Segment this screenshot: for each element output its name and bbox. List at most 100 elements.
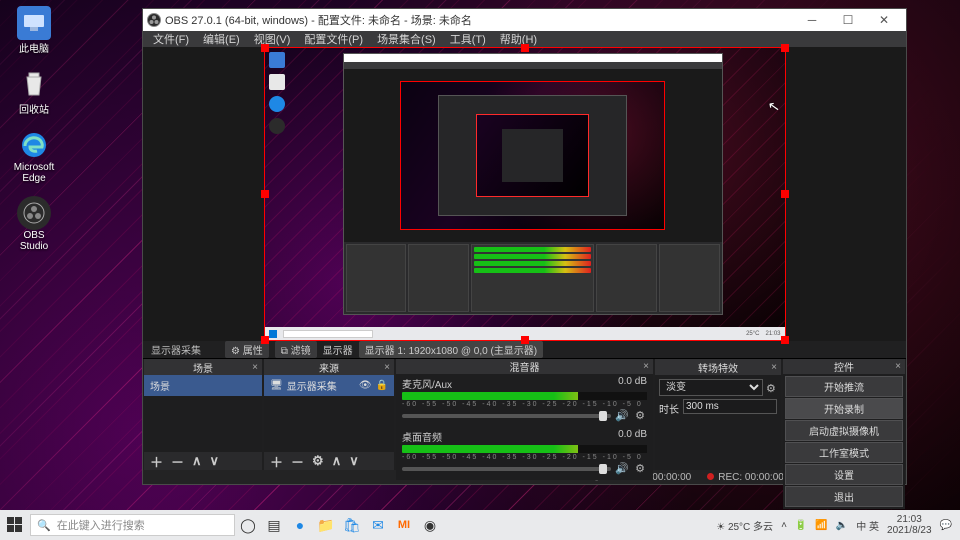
task-view-button[interactable]: ◯ bbox=[235, 510, 261, 540]
start-recording-button[interactable]: 开始录制 bbox=[785, 398, 903, 419]
gear-icon[interactable]: ⚙ bbox=[633, 462, 647, 476]
dock-close-icon[interactable]: × bbox=[771, 362, 777, 373]
monitor-icon: 🖥 bbox=[270, 380, 283, 391]
sources-dock: 来源× 🖥 显示器采集 👁 🔒 ＋ － ⚙ ∧ ∨ bbox=[264, 359, 394, 470]
desktop-icon-obs[interactable]: OBS Studio bbox=[8, 196, 60, 252]
preview-source-bounds[interactable]: 25°C21:03 bbox=[264, 47, 786, 341]
gear-icon[interactable]: ⚙ bbox=[765, 382, 777, 396]
taskbar-clock[interactable]: 21:03 2021/8/23 bbox=[887, 514, 932, 536]
menu-help[interactable]: 帮助(H) bbox=[500, 31, 537, 47]
resize-handle[interactable] bbox=[261, 44, 269, 52]
dock-header[interactable]: 混音器× bbox=[396, 359, 653, 374]
mute-button[interactable]: 🔊 bbox=[615, 462, 629, 476]
windows-taskbar: 🔍 在此键入进行搜索 ◯ ▤ ● 📁 🛍 ✉ MI ◉ ☀ 25°C 多云 ˄ … bbox=[0, 510, 960, 540]
taskbar-app-obs[interactable]: ◉ bbox=[417, 510, 443, 540]
volume-icon[interactable]: 🔈 bbox=[836, 520, 848, 531]
start-virtualcam-button[interactable]: 启动虚拟摄像机 bbox=[785, 420, 903, 441]
transitions-dock: 转场特效× 淡变 ⚙ 时长 bbox=[655, 359, 781, 470]
mixer-channel: 桌面音频0.0 dB -60 -55 -50 -45 -40 -35 -30 -… bbox=[396, 427, 653, 478]
obs-window: OBS 27.0.1 (64-bit, windows) - 配置文件: 未命名… bbox=[142, 8, 907, 485]
dock-header[interactable]: 转场特效× bbox=[655, 359, 781, 375]
resize-handle[interactable] bbox=[781, 44, 789, 52]
wifi-icon[interactable]: 📶 bbox=[815, 520, 827, 531]
minimize-button[interactable]: ─ bbox=[794, 9, 830, 31]
source-type-label: 显示器 bbox=[323, 342, 353, 357]
exit-button[interactable]: 退出 bbox=[785, 486, 903, 507]
taskbar-search[interactable]: 🔍 在此键入进行搜索 bbox=[30, 514, 235, 536]
ime-indicator[interactable]: 中 英 bbox=[856, 518, 879, 533]
captured-display-content: 25°C21:03 bbox=[265, 48, 785, 340]
taskbar-app-store[interactable]: 🛍 bbox=[339, 510, 365, 540]
desktop-icon-recycle-bin[interactable]: 回收站 bbox=[8, 67, 60, 116]
add-source-button[interactable]: ＋ bbox=[270, 452, 283, 471]
taskbar-app-edge[interactable]: ● bbox=[287, 510, 313, 540]
menu-profile[interactable]: 配置文件(P) bbox=[304, 31, 363, 47]
scene-down-button[interactable]: ∨ bbox=[210, 453, 220, 469]
scenes-dock: 场景× 场景 ＋ － ∧ ∨ bbox=[144, 359, 262, 470]
remove-scene-button[interactable]: － bbox=[171, 452, 184, 471]
duration-input[interactable] bbox=[683, 399, 777, 414]
meter-ticks: -60 -55 -50 -45 -40 -35 -30 -25 -20 -15 … bbox=[402, 401, 647, 408]
dock-close-icon[interactable]: × bbox=[252, 362, 258, 373]
weather-widget[interactable]: ☀ 25°C 多云 bbox=[716, 518, 773, 533]
taskbar-app-explorer[interactable]: 📁 bbox=[313, 510, 339, 540]
remove-source-button[interactable]: － bbox=[291, 452, 304, 471]
scene-up-button[interactable]: ∧ bbox=[192, 453, 202, 469]
filters-button[interactable]: ⧉ 滤镜 bbox=[275, 341, 317, 358]
channel-name: 麦克风/Aux bbox=[402, 376, 452, 391]
resize-handle[interactable] bbox=[261, 336, 269, 344]
menu-view[interactable]: 视图(V) bbox=[254, 31, 291, 47]
taskbar-app[interactable]: ▤ bbox=[261, 510, 287, 540]
transition-select[interactable]: 淡变 bbox=[659, 379, 763, 396]
title-bar[interactable]: OBS 27.0.1 (64-bit, windows) - 配置文件: 未命名… bbox=[143, 9, 906, 31]
tray-chevron-icon[interactable]: ˄ bbox=[781, 520, 787, 531]
source-down-button[interactable]: ∨ bbox=[349, 453, 359, 469]
volume-slider[interactable] bbox=[402, 414, 611, 418]
mute-button[interactable]: 🔊 bbox=[615, 409, 629, 423]
add-scene-button[interactable]: ＋ bbox=[150, 452, 163, 471]
menu-scene-collection[interactable]: 场景集合(S) bbox=[377, 31, 436, 47]
desktop-icon-edge[interactable]: Microsoft Edge bbox=[8, 128, 60, 184]
dock-close-icon[interactable]: × bbox=[384, 362, 390, 373]
visibility-toggle[interactable]: 👁 bbox=[359, 380, 372, 391]
dock-header[interactable]: 来源× bbox=[264, 359, 394, 375]
menu-edit[interactable]: 编辑(E) bbox=[203, 31, 240, 47]
settings-button[interactable]: 设置 bbox=[785, 464, 903, 485]
resize-handle[interactable] bbox=[781, 190, 789, 198]
taskbar-app-mi[interactable]: MI bbox=[391, 510, 417, 540]
dock-header[interactable]: 场景× bbox=[144, 359, 262, 375]
source-up-button[interactable]: ∧ bbox=[332, 453, 342, 469]
volume-slider[interactable] bbox=[402, 467, 611, 471]
desktop-icon-this-pc[interactable]: 此电脑 bbox=[8, 6, 60, 55]
display-select[interactable]: 显示器 1: 1920x1080 @ 0,0 (主显示器) bbox=[359, 341, 543, 358]
dock-close-icon[interactable]: × bbox=[643, 361, 649, 372]
maximize-button[interactable]: ☐ bbox=[830, 9, 866, 31]
taskbar-app-mail[interactable]: ✉ bbox=[365, 510, 391, 540]
menu-file[interactable]: 文件(F) bbox=[153, 31, 189, 47]
studio-mode-button[interactable]: 工作室模式 bbox=[785, 442, 903, 463]
source-props-button[interactable]: ⚙ bbox=[312, 453, 324, 469]
preview-area[interactable]: 25°C21:03 bbox=[143, 47, 906, 341]
menu-tools[interactable]: 工具(T) bbox=[450, 31, 486, 47]
resize-handle[interactable] bbox=[521, 336, 529, 344]
icon-label: 此电脑 bbox=[19, 40, 49, 55]
meter-ticks: -60 -55 -50 -45 -40 -35 -30 -25 -20 -15 … bbox=[402, 454, 647, 461]
mixer-channel: 麦克风/Aux0.0 dB -60 -55 -50 -45 -40 -35 -3… bbox=[396, 374, 653, 425]
source-item[interactable]: 🖥 显示器采集 👁 🔒 bbox=[264, 375, 394, 396]
gear-icon[interactable]: ⚙ bbox=[633, 409, 647, 423]
source-tools: ＋ － ⚙ ∧ ∨ bbox=[264, 452, 394, 470]
resize-handle[interactable] bbox=[781, 336, 789, 344]
close-button[interactable]: ✕ bbox=[866, 9, 902, 31]
dock-close-icon[interactable]: × bbox=[895, 361, 901, 372]
lock-toggle[interactable]: 🔒 bbox=[376, 380, 388, 391]
dock-header[interactable]: 控件× bbox=[783, 359, 905, 374]
battery-icon[interactable]: 🔋 bbox=[795, 520, 807, 531]
start-button[interactable] bbox=[0, 510, 30, 540]
channel-db: 0.0 dB bbox=[618, 429, 647, 444]
scene-item[interactable]: 场景 bbox=[144, 375, 262, 396]
duration-label: 时长 bbox=[659, 401, 679, 416]
start-streaming-button[interactable]: 开始推流 bbox=[785, 376, 903, 397]
resize-handle[interactable] bbox=[521, 44, 529, 52]
resize-handle[interactable] bbox=[261, 190, 269, 198]
notifications-button[interactable]: 💬 bbox=[940, 520, 952, 531]
